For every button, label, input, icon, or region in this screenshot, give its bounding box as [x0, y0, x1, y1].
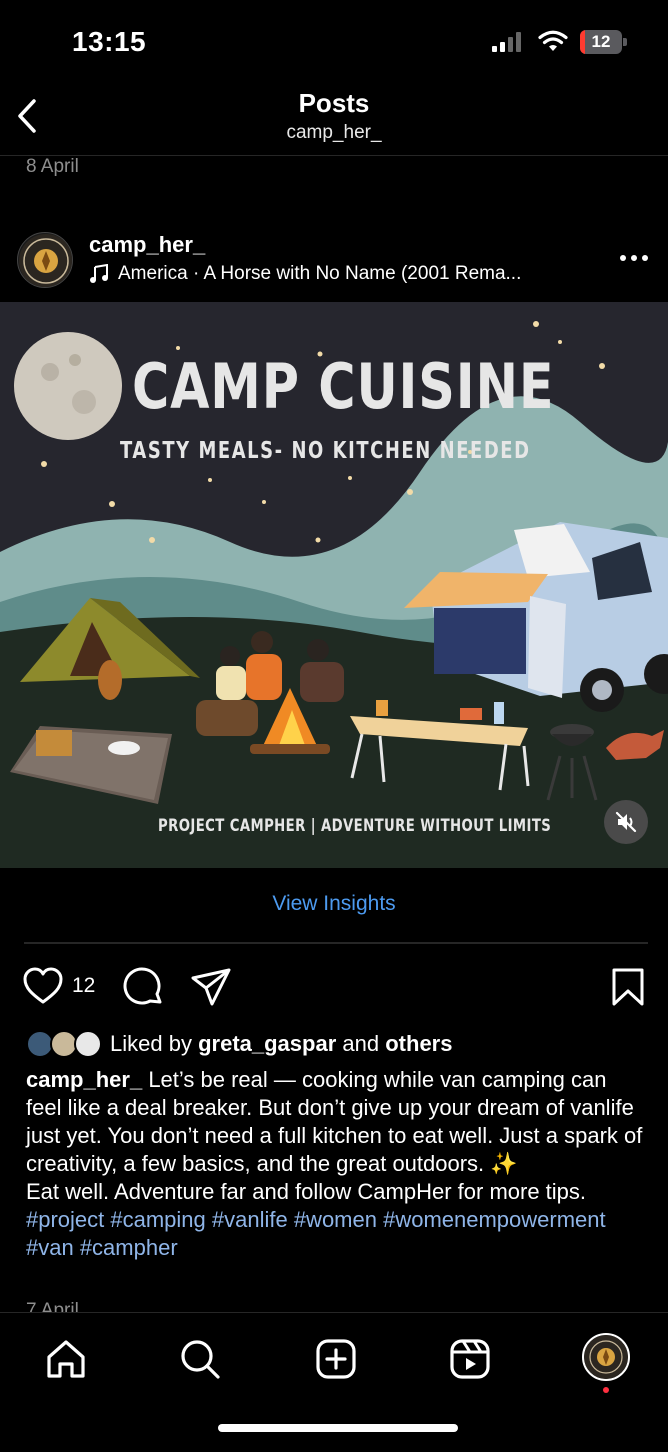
campher-logo-icon — [584, 1335, 628, 1379]
post-header: camp_her_ America · A Horse with No Name… — [0, 226, 668, 302]
bookmark-icon — [612, 968, 644, 1006]
battery-indicator: 12 — [580, 30, 628, 54]
audio-track-label: America · A Horse with No Name (2001 Rem… — [118, 263, 522, 284]
tab-profile[interactable] — [582, 1333, 630, 1381]
post-date: 8 April — [26, 156, 79, 177]
caption-hashtags[interactable]: #project #camping #vanlife #women #women… — [26, 1207, 606, 1260]
like-button[interactable] — [22, 966, 64, 1006]
caption-text-2: Eat well. Adventure far and follow CampH… — [26, 1179, 587, 1204]
caption-username[interactable]: camp_her_ — [26, 1067, 142, 1092]
liked-by-row[interactable]: Liked by greta_gaspar and others — [26, 1028, 452, 1060]
home-icon — [47, 1340, 85, 1378]
battery-percent: 12 — [591, 32, 611, 51]
home-indicator[interactable] — [218, 1424, 458, 1432]
tab-home[interactable] — [44, 1337, 88, 1381]
comment-button[interactable] — [122, 966, 164, 1008]
action-bar: 12 — [0, 960, 668, 1012]
create-icon — [316, 1339, 356, 1379]
media-subtitle: TASTY MEALS- NO KITCHEN NEEDED — [120, 438, 531, 464]
like-count[interactable]: 12 — [72, 974, 95, 998]
status-bar: 13:15 12 — [0, 0, 668, 80]
comment-icon — [123, 967, 162, 1005]
notification-dot — [603, 1387, 609, 1393]
liked-by-user[interactable]: greta_gaspar — [198, 1031, 336, 1057]
media-footer: PROJECT CAMPHER | ADVENTURE WITHOUT LIMI… — [158, 816, 552, 836]
avatar[interactable] — [17, 232, 73, 288]
mute-button[interactable] — [604, 800, 648, 844]
liked-by-others[interactable]: others — [385, 1031, 452, 1057]
share-icon — [191, 968, 231, 1006]
avatar — [74, 1030, 102, 1058]
liked-by-prefix: Liked by — [110, 1031, 192, 1056]
liker-avatars — [26, 1028, 104, 1060]
tab-create[interactable] — [314, 1337, 358, 1381]
share-button[interactable] — [190, 966, 232, 1008]
audio-track[interactable]: America · A Horse with No Name (2001 Rem… — [89, 263, 521, 285]
mute-icon — [615, 811, 637, 833]
post-caption: camp_her_ Let’s be real — cooking while … — [26, 1066, 646, 1262]
liked-by-and: and — [342, 1031, 380, 1056]
wifi-icon — [538, 30, 568, 51]
page-title: Posts — [298, 88, 370, 118]
more-options-button[interactable] — [614, 246, 654, 270]
media-title: CAMP CUISINE — [132, 350, 555, 423]
more-dots-icon — [620, 255, 648, 261]
heart-icon — [23, 967, 63, 1004]
music-note-icon — [90, 264, 108, 283]
page-subtitle[interactable]: camp_her_ — [0, 122, 668, 144]
nav-header: Posts camp_her_ — [0, 80, 668, 156]
status-time: 13:15 — [72, 26, 147, 57]
reels-icon — [450, 1339, 490, 1379]
save-button[interactable] — [608, 966, 648, 1008]
view-insights-link[interactable]: View Insights — [0, 892, 668, 916]
divider — [24, 942, 648, 944]
tab-search[interactable] — [178, 1337, 222, 1381]
post-username[interactable]: camp_her_ — [89, 232, 205, 258]
cellular-signal-icon — [492, 32, 521, 52]
tab-reels[interactable] — [448, 1337, 492, 1381]
search-icon — [181, 1340, 220, 1379]
campher-logo-icon — [19, 234, 72, 287]
post-media[interactable]: CAMP CUISINE TASTY MEALS- NO KITCHEN NEE… — [0, 302, 668, 868]
